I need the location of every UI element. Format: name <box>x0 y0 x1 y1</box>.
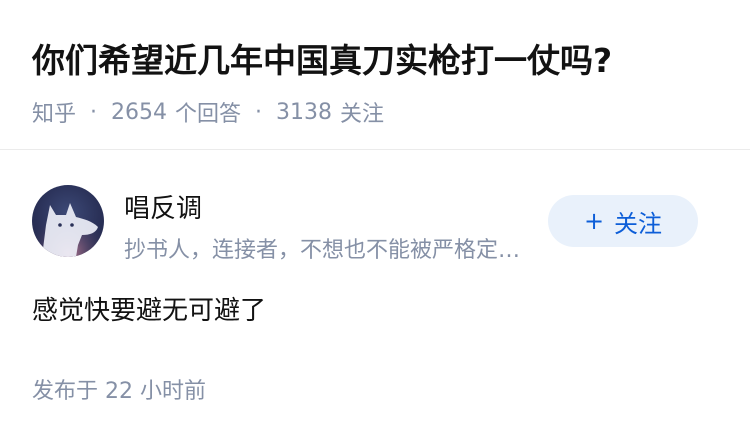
author-headline: 抄书人，连接者，不想也不能被严格定义的人 <box>124 238 536 263</box>
answer-card: 唱反调 抄书人，连接者，不想也不能被严格定义的人 + 关注 感觉快要避无可避了 … <box>0 150 750 438</box>
avatar[interactable] <box>32 185 104 257</box>
question-meta: 知乎 · 2654 个回答 · 3138 关注 <box>32 96 384 128</box>
publish-time: 发布于 22 小时前 <box>32 379 206 404</box>
plus-icon: + <box>583 207 605 235</box>
question-header: 你们希望近几年中国真刀实枪打一仗吗? 知乎 · 2654 个回答 · 3138 … <box>0 0 750 150</box>
follower-count-label: 关注 <box>340 102 385 127</box>
follower-count: 3138 <box>276 99 333 125</box>
answer-count: 2654 <box>111 99 168 125</box>
follow-button[interactable]: + 关注 <box>548 195 698 247</box>
answer-count-label: 个回答 <box>175 102 242 127</box>
zhihu-answer-page: 你们希望近几年中国真刀实枪打一仗吗? 知乎 · 2654 个回答 · 3138 … <box>0 0 750 438</box>
answer-content[interactable]: 感觉快要避无可避了 <box>32 290 266 327</box>
author-name[interactable]: 唱反调 <box>124 188 202 225</box>
dog-silhouette-avatar-icon <box>32 185 104 257</box>
meta-separator: · <box>255 99 263 125</box>
source-label[interactable]: 知乎 <box>32 96 76 128</box>
question-title[interactable]: 你们希望近几年中国真刀实枪打一仗吗? <box>32 34 612 82</box>
follow-button-label: 关注 <box>614 209 663 238</box>
meta-separator: · <box>90 99 98 125</box>
